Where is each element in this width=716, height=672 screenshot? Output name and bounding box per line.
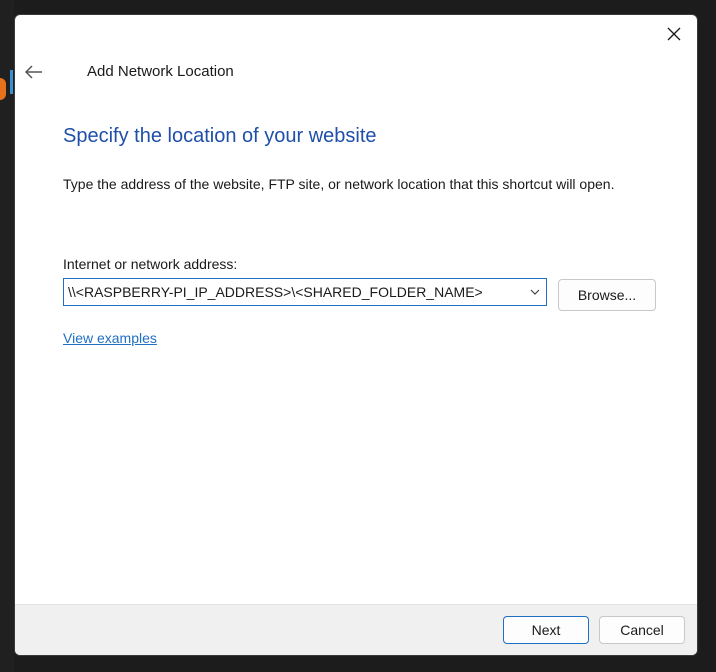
desktop-app-icon-accent (10, 70, 13, 94)
address-dropdown-button[interactable] (524, 279, 546, 305)
next-button[interactable]: Next (503, 616, 589, 644)
cancel-button[interactable]: Cancel (599, 616, 685, 644)
address-input[interactable] (64, 279, 524, 305)
close-button[interactable] (657, 19, 691, 49)
page-description: Type the address of the website, FTP sit… (63, 176, 615, 192)
browse-button[interactable]: Browse... (558, 279, 656, 311)
address-label: Internet or network address: (63, 256, 238, 272)
view-examples-link[interactable]: View examples (63, 330, 157, 346)
desktop-background (0, 0, 14, 672)
desktop-app-icon (0, 78, 6, 100)
back-arrow-icon (25, 65, 42, 79)
window-title: Add Network Location (87, 63, 234, 80)
add-network-location-dialog: Add Network Location Specify the locatio… (14, 14, 698, 656)
dialog-footer: Next Cancel (15, 604, 697, 655)
address-combobox[interactable] (63, 278, 547, 306)
close-icon (667, 27, 681, 41)
page-heading: Specify the location of your website (63, 125, 377, 147)
back-button[interactable] (21, 59, 47, 85)
chevron-down-icon (530, 289, 540, 295)
